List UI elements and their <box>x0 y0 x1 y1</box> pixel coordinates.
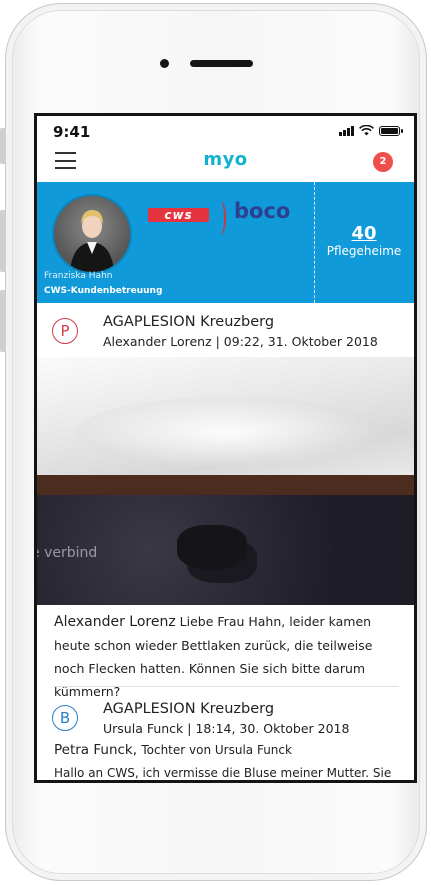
post-meta: Ursula Funck | 18:14, 30. Oktober 2018 <box>103 721 350 736</box>
person-avatar-icon <box>70 210 114 272</box>
post-photo[interactable]: e verbind <box>37 357 414 605</box>
photo-overlay-text: e verbind <box>37 545 98 561</box>
facilities-label: Pflegeheime <box>326 244 402 258</box>
advisor-name: Franziska Hahn <box>44 271 113 281</box>
profile-banner: cws boco Franziska Hahn CWS-Kundenbetreu… <box>37 182 414 303</box>
notification-badge[interactable]: 2 <box>373 152 393 172</box>
post-header[interactable]: B AGAPLESION Kreuzberg Ursula Funck | 18… <box>37 694 414 740</box>
earpiece-speaker <box>190 60 253 67</box>
status-time: 9:41 <box>53 123 91 141</box>
post-separator <box>54 686 399 687</box>
phone-screen: 9:41 myo 2 cws boco Franziska Hahn CWS-K… <box>34 113 417 783</box>
post-title: AGAPLESION Kreuzberg <box>103 701 275 717</box>
avatar[interactable] <box>52 194 132 274</box>
post-type-badge: P <box>52 318 78 344</box>
comment-text: Hallo an CWS, ich vermisse die Bluse mei… <box>54 766 392 780</box>
post-type-badge: B <box>52 705 78 731</box>
comment-author-line: Petra Funck, Tochter von Ursula Funck <box>54 742 292 758</box>
post-header[interactable]: P AGAPLESION Kreuzberg Alexander Lorenz … <box>37 303 414 357</box>
facilities-count[interactable]: 40 <box>314 223 414 244</box>
comment-author: Petra Funck, <box>54 742 138 758</box>
app-header: myo 2 <box>37 144 414 181</box>
post-comment: Alexander Lorenz Liebe Frau Hahn, leider… <box>54 610 399 703</box>
advisor-role: CWS-Kundenbetreuung <box>44 286 163 296</box>
wifi-icon <box>359 125 374 136</box>
post-meta: Alexander Lorenz | 09:22, 31. Oktober 20… <box>103 334 378 349</box>
comment-relation: Tochter von Ursula Funck <box>141 743 292 757</box>
signal-icon <box>339 126 354 136</box>
app-logo: myo <box>203 149 248 170</box>
boco-logo: boco <box>234 199 291 223</box>
logo-divider <box>216 201 226 235</box>
cws-logo: cws <box>148 208 209 222</box>
comment-author: Alexander Lorenz <box>54 614 176 630</box>
battery-icon <box>379 126 403 136</box>
photo-shoes <box>177 525 247 569</box>
status-icons <box>339 125 403 136</box>
front-camera <box>160 59 169 68</box>
status-bar: 9:41 <box>37 116 414 144</box>
mute-switch <box>0 128 6 164</box>
photo-bedframe <box>37 475 414 495</box>
post-title: AGAPLESION Kreuzberg <box>103 314 275 330</box>
volume-up-button <box>0 210 6 272</box>
photo-highlight <box>77 397 377 467</box>
volume-down-button <box>0 290 6 352</box>
